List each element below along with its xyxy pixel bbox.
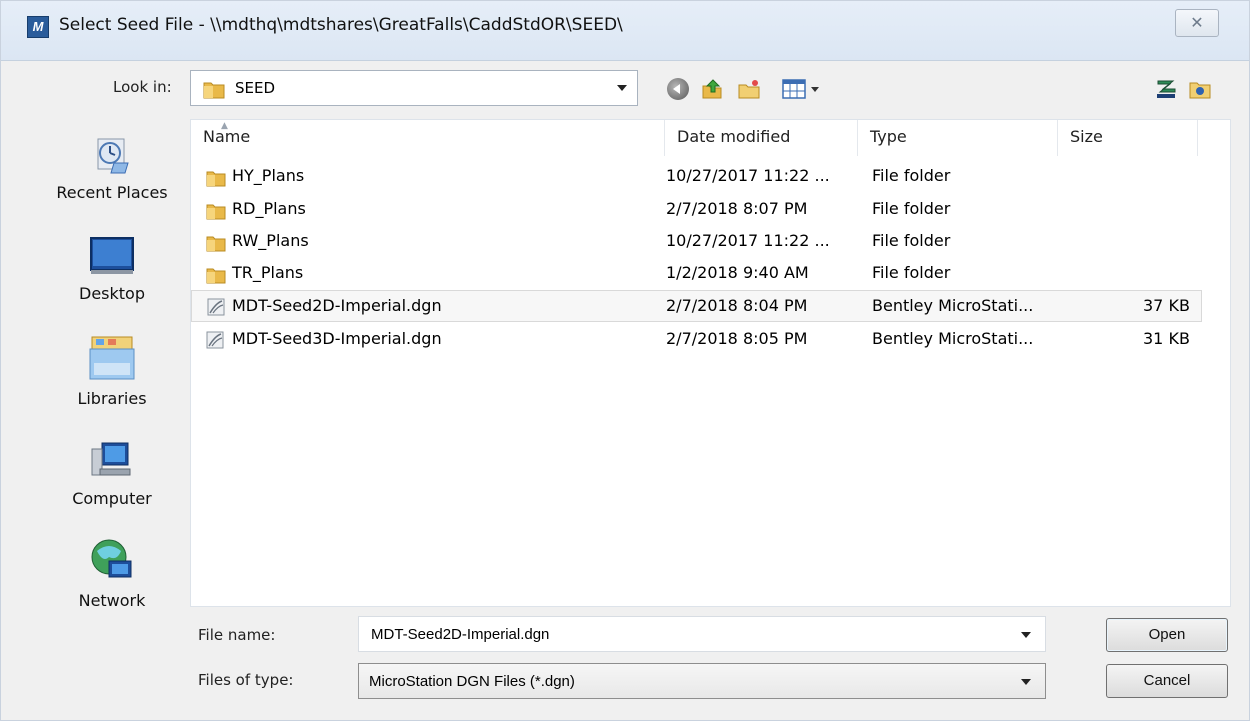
column-header-name[interactable]: Name ▲ xyxy=(191,120,665,156)
network-icon xyxy=(91,539,132,578)
place-label: Desktop xyxy=(79,284,145,303)
file-name-label: File name: xyxy=(198,626,276,644)
folder-icon xyxy=(203,82,225,99)
sort-ascending-icon: ▲ xyxy=(221,121,228,131)
file-name: RW_Plans xyxy=(232,231,309,250)
place-label: Recent Places xyxy=(56,183,168,202)
files-of-type-label: Files of type: xyxy=(198,671,294,689)
file-name: RD_Plans xyxy=(232,199,306,218)
cancel-button[interactable]: Cancel xyxy=(1106,664,1228,698)
close-button[interactable]: ✕ xyxy=(1175,9,1219,37)
table-row[interactable]: HY_Plans 10/27/2017 11:22 ... File folde… xyxy=(191,161,1202,193)
new-folder-icon[interactable] xyxy=(738,78,760,100)
file-name: MDT-Seed2D-Imperial.dgn xyxy=(232,296,442,315)
chevron-down-icon[interactable] xyxy=(617,85,627,91)
recent-places-icon xyxy=(97,138,129,174)
place-libraries[interactable]: Libraries xyxy=(37,333,187,408)
chevron-down-icon[interactable] xyxy=(1021,679,1031,685)
place-network[interactable]: Network xyxy=(37,537,187,610)
column-header-size[interactable]: Size xyxy=(1058,120,1198,156)
folder-icon xyxy=(206,204,226,220)
file-name: TR_Plans xyxy=(232,263,304,282)
microstation-app-icon: M xyxy=(27,16,49,38)
file-type: Bentley MicroStati... xyxy=(872,296,1034,315)
desktop-icon xyxy=(90,237,134,274)
file-date: 1/2/2018 9:40 AM xyxy=(666,263,809,282)
file-type: File folder xyxy=(872,263,951,282)
open-button[interactable]: Open xyxy=(1106,618,1228,652)
file-name-input[interactable]: MDT-Seed2D-Imperial.dgn xyxy=(358,616,1046,652)
microstation-file-icon xyxy=(206,331,224,349)
file-size: 37 KB xyxy=(1143,296,1190,315)
table-row[interactable]: RD_Plans 2/7/2018 8:07 PM File folder xyxy=(191,194,1202,226)
place-desktop[interactable]: Desktop xyxy=(37,234,187,303)
computer-icon xyxy=(91,442,131,476)
files-of-type-value: MicroStation DGN Files (*.dgn) xyxy=(369,673,575,690)
place-label: Libraries xyxy=(77,389,147,408)
view-menu-chevron-icon[interactable] xyxy=(811,87,819,92)
file-name: HY_Plans xyxy=(232,166,305,185)
libraries-icon xyxy=(89,336,135,380)
place-label: Computer xyxy=(72,489,152,508)
place-label: Network xyxy=(78,591,146,610)
view-menu-icon[interactable] xyxy=(782,78,808,100)
folder-icon xyxy=(206,236,226,252)
file-size: 31 KB xyxy=(1143,329,1190,348)
place-computer[interactable]: Computer xyxy=(37,441,187,508)
file-type: File folder xyxy=(872,166,951,185)
file-date: 10/27/2017 11:22 ... xyxy=(666,166,830,185)
column-header-label: Type xyxy=(870,127,907,146)
title-bar[interactable]: M Select Seed File - \\mdthq\mdtshares\G… xyxy=(1,1,1249,61)
places-bar: Recent Places Desktop Libraries Computer… xyxy=(37,119,187,629)
folder-icon xyxy=(206,171,226,187)
microstation-file-icon xyxy=(207,298,225,316)
column-header-label: Size xyxy=(1070,127,1103,146)
chevron-down-icon[interactable] xyxy=(1021,632,1031,638)
column-header-date-modified[interactable]: Date modified xyxy=(665,120,858,156)
select-seed-file-dialog: M Select Seed File - \\mdthq\mdtshares\G… xyxy=(0,0,1250,721)
file-date: 10/27/2017 11:22 ... xyxy=(666,231,830,250)
folder-icon xyxy=(206,268,226,284)
file-type: Bentley MicroStati... xyxy=(872,329,1034,348)
file-date: 2/7/2018 8:05 PM xyxy=(666,329,808,348)
file-name-value: MDT-Seed2D-Imperial.dgn xyxy=(371,626,550,643)
file-type: File folder xyxy=(872,199,951,218)
table-row[interactable]: RW_Plans 10/27/2017 11:22 ... File folde… xyxy=(191,226,1202,258)
window-title: Select Seed File - \\mdthq\mdtshares\Gre… xyxy=(59,15,623,35)
table-row[interactable]: TR_Plans 1/2/2018 9:40 AM File folder xyxy=(191,258,1202,290)
look-in-label: Look in: xyxy=(113,78,172,96)
column-header-label: Date modified xyxy=(677,127,791,146)
table-row-selected[interactable]: MDT-Seed2D-Imperial.dgn 2/7/2018 8:04 PM… xyxy=(191,290,1202,322)
add-favorite-icon[interactable] xyxy=(1189,78,1211,100)
file-date: 2/7/2018 8:07 PM xyxy=(666,199,808,218)
files-of-type-select[interactable]: MicroStation DGN Files (*.dgn) xyxy=(358,663,1046,699)
file-type: File folder xyxy=(872,231,951,250)
network-places-icon[interactable] xyxy=(1155,78,1177,100)
look-in-dropdown[interactable]: SEED xyxy=(190,70,638,106)
table-row[interactable]: MDT-Seed3D-Imperial.dgn 2/7/2018 8:05 PM… xyxy=(191,324,1202,356)
file-date: 2/7/2018 8:04 PM xyxy=(666,296,808,315)
up-one-level-icon[interactable] xyxy=(701,78,723,100)
file-list[interactable]: Name ▲ Date modified Type Size HY_Plans … xyxy=(190,119,1231,607)
column-header-type[interactable]: Type xyxy=(858,120,1058,156)
file-name: MDT-Seed3D-Imperial.dgn xyxy=(232,329,442,348)
look-in-value: SEED xyxy=(235,79,276,97)
back-icon[interactable] xyxy=(667,78,689,100)
place-recent-places[interactable]: Recent Places xyxy=(37,135,187,202)
